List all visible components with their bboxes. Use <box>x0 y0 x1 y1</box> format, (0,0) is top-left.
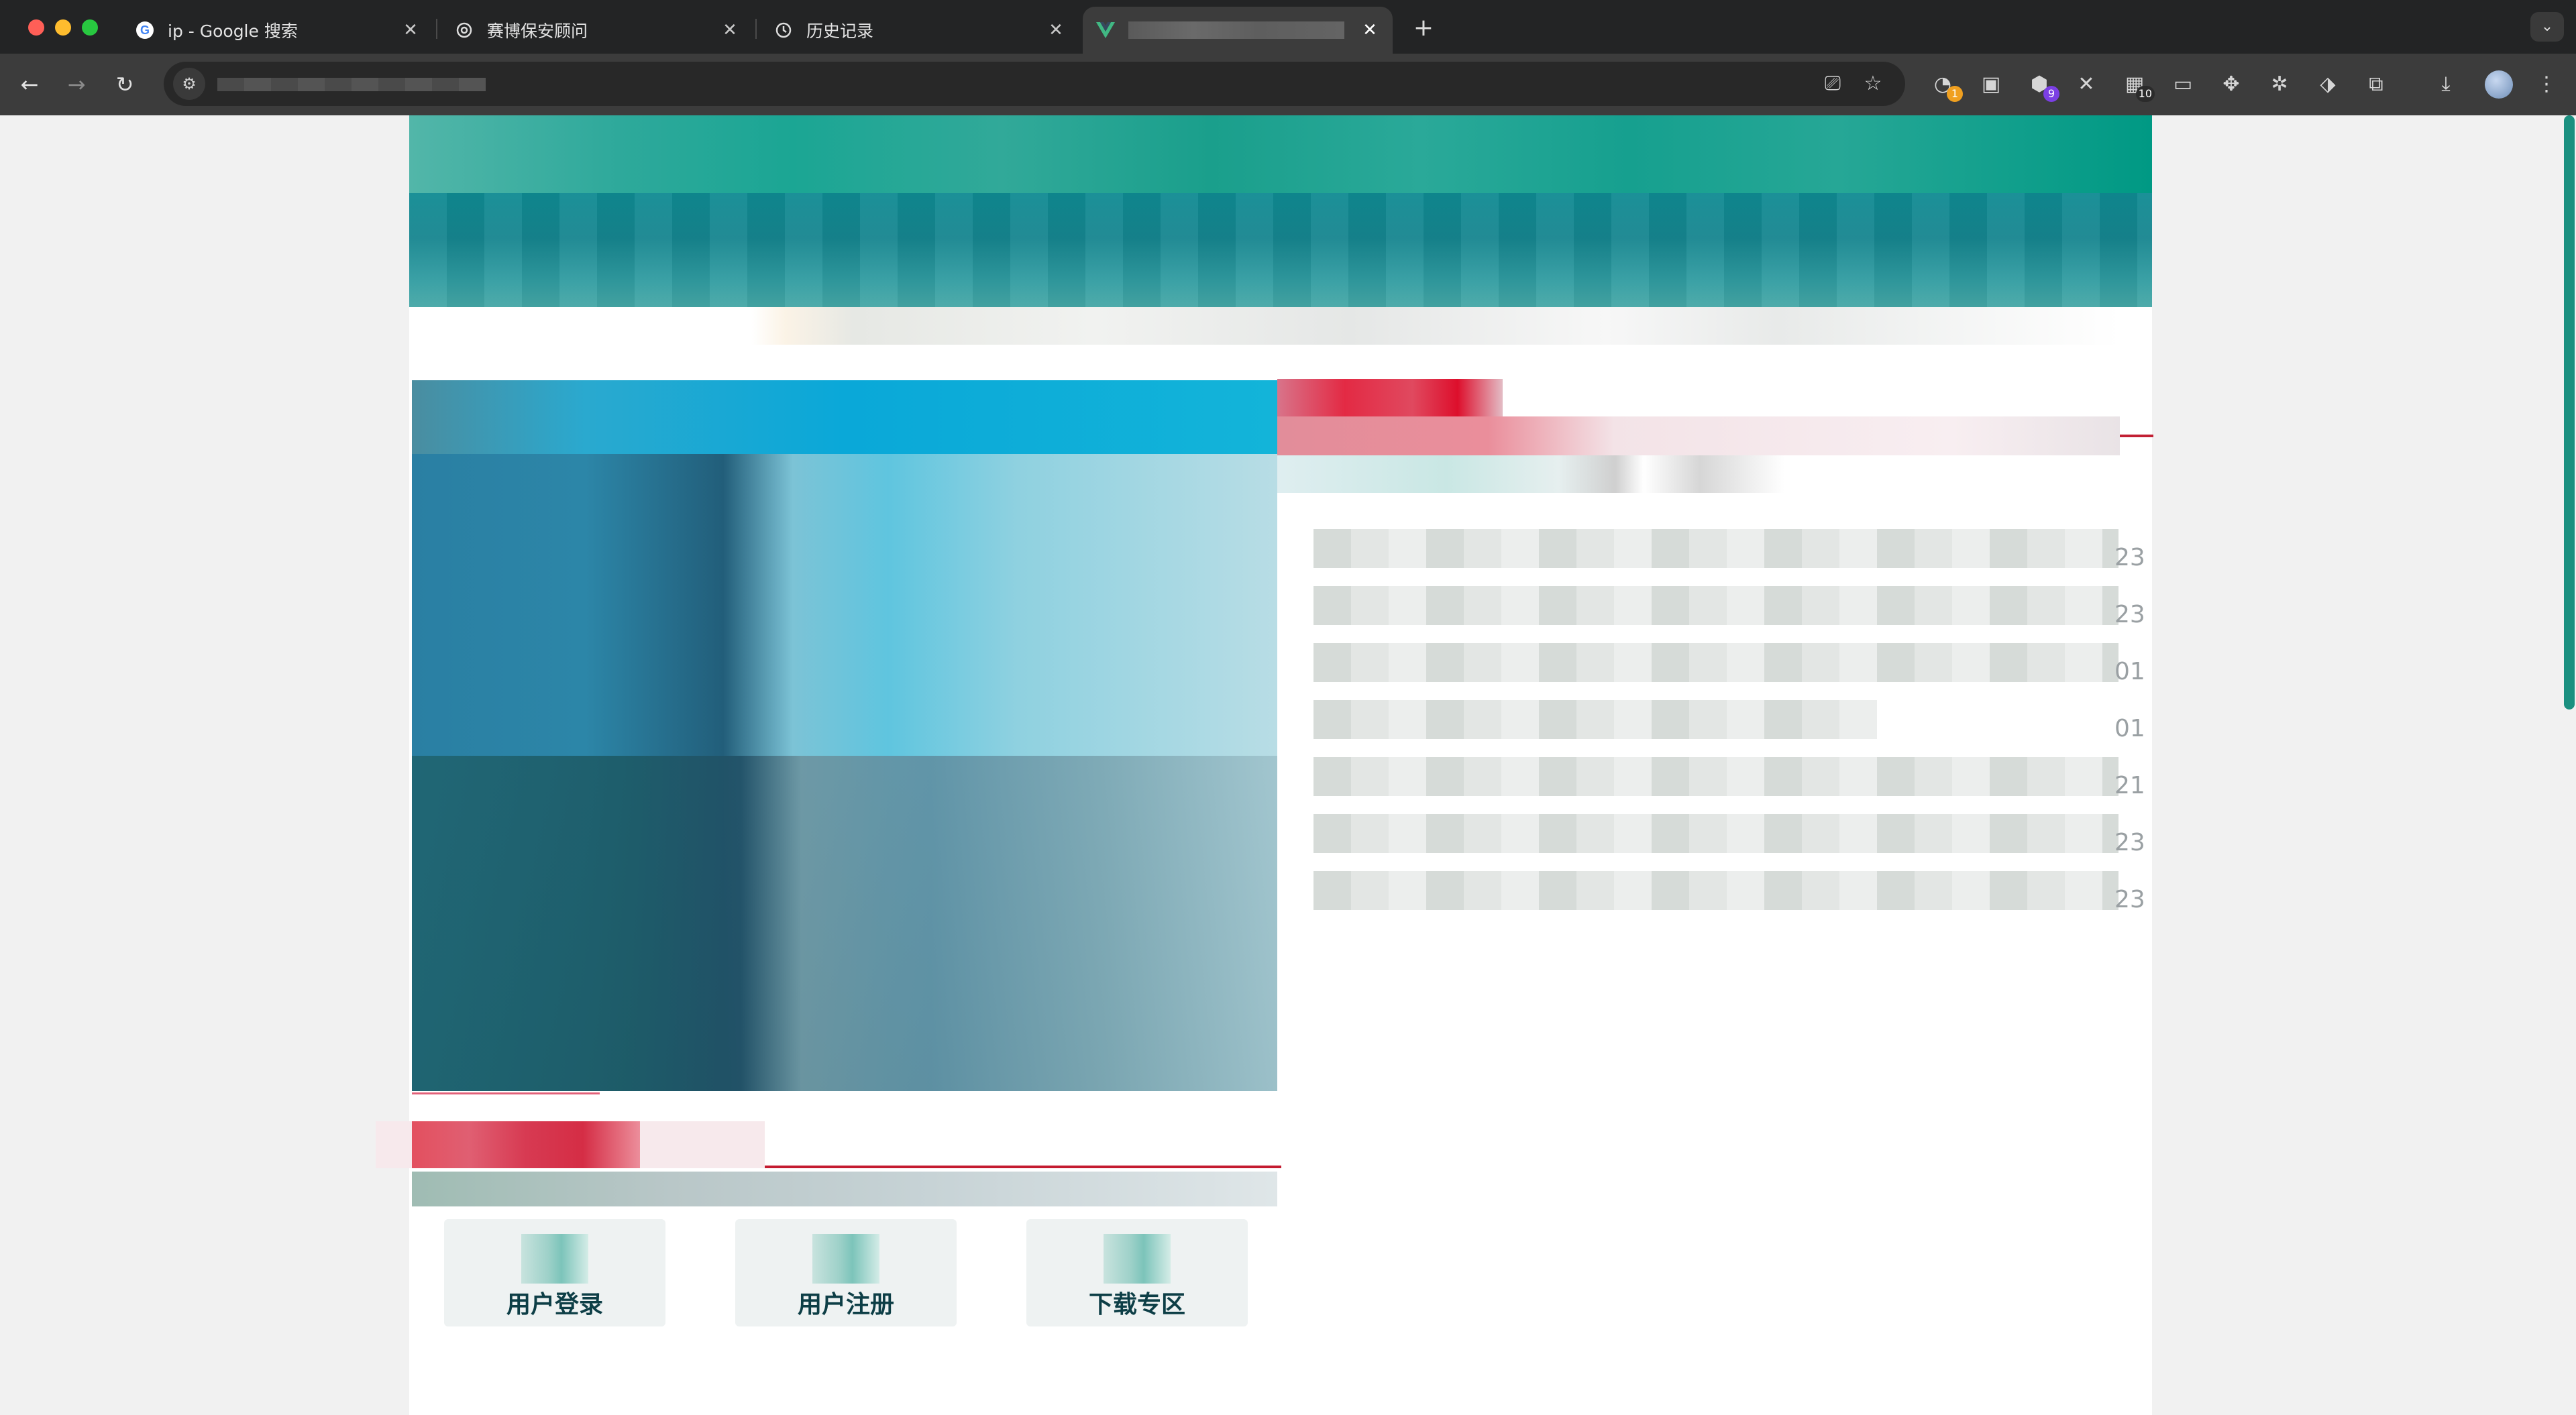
profile-avatar[interactable] <box>2485 70 2513 99</box>
bookmark-star-icon[interactable]: ☆ <box>1861 72 1885 96</box>
news-item-redacted[interactable] <box>1313 814 2118 853</box>
reload-icon[interactable]: ↻ <box>109 68 141 101</box>
tab-search-button[interactable]: ⌄ <box>2530 12 2564 42</box>
site-settings-icon[interactable]: ⚙ <box>173 68 205 100</box>
tab-active-page[interactable]: ✕ <box>1083 7 1393 54</box>
window-close-button[interactable] <box>28 19 44 36</box>
news-item-redacted[interactable] <box>1313 700 1877 739</box>
featured-image-carousel-redacted[interactable] <box>412 380 1277 1091</box>
news-date: 23 <box>2114 601 2145 628</box>
tab-history[interactable]: 历史记录 ✕ <box>750 7 1079 54</box>
extension-icon-4[interactable]: ✕ <box>2070 68 2102 101</box>
download-area-button[interactable]: 下载专区 <box>1026 1219 1248 1326</box>
tab-close-icon[interactable]: ✕ <box>1356 20 1383 40</box>
browser-menu-icon[interactable]: ⋮ <box>2530 68 2563 101</box>
window-minimize-button[interactable] <box>55 19 71 36</box>
window-maximize-button[interactable] <box>82 19 98 36</box>
url-text-redacted <box>217 78 486 91</box>
section-divider <box>412 1092 600 1094</box>
news-item-redacted[interactable] <box>1313 586 2118 625</box>
tab-title: 历史记录 <box>806 21 874 41</box>
news-subheading-redacted <box>1277 455 1841 493</box>
page-viewport: 23 23 01 01 21 23 23 用户登录 用户注册 下载专区 <box>0 115 2576 1415</box>
extension-icon-2[interactable]: ▣ <box>1975 68 2007 101</box>
news-date: 23 <box>2114 829 2145 856</box>
nav-menu-redacted[interactable] <box>409 307 2120 345</box>
header-banner-image-redacted <box>409 193 2152 307</box>
news-header-underline <box>2120 435 2153 437</box>
vue-icon <box>1095 19 1116 41</box>
download-icon[interactable]: ⤓ <box>2430 68 2462 101</box>
news-item-redacted[interactable] <box>1313 529 2118 568</box>
new-tab-button[interactable]: + <box>1409 13 1438 43</box>
tab-title: 赛博保安顾问 <box>487 21 588 41</box>
forward-icon[interactable]: → <box>60 68 93 101</box>
news-date: 23 <box>2114 886 2145 913</box>
extensions-puzzle-icon[interactable]: ⧉ <box>2360 68 2392 101</box>
news-date: 01 <box>2114 715 2145 742</box>
extension-icon-3[interactable]: ⬢ 9 <box>2023 68 2059 102</box>
tab-google-search[interactable]: G ip - Google 搜索 ✕ <box>111 7 433 54</box>
back-icon[interactable]: ← <box>13 68 46 101</box>
browser-tab-bar: G ip - Google 搜索 ✕ 赛博保安顾问 ✕ 历史记录 ✕ ✕ + ⌄ <box>0 0 2576 54</box>
login-icon <box>521 1234 588 1284</box>
extension-icon-1[interactable]: ◔ 1 <box>1927 68 1963 102</box>
openai-icon <box>453 19 475 41</box>
svg-text:G: G <box>140 23 150 37</box>
extension-icon-7[interactable]: ✥ <box>2215 68 2247 101</box>
news-item-redacted[interactable] <box>1313 643 2118 682</box>
tab-cyber-security-advisor[interactable]: 赛博保安顾问 ✕ <box>431 7 753 54</box>
tab-close-icon[interactable]: ✕ <box>397 20 424 40</box>
tab-title: ip - Google 搜索 <box>168 21 298 41</box>
register-icon <box>812 1234 879 1284</box>
install-app-icon[interactable]: ⎚ <box>1821 72 1845 96</box>
page-scrollbar-thumb[interactable] <box>2564 115 2575 710</box>
news-date: 23 <box>2114 544 2145 571</box>
news-date: 01 <box>2114 658 2145 685</box>
news-item-redacted[interactable] <box>1313 871 2118 910</box>
tab-title-redacted <box>1128 21 1344 39</box>
login-label: 用户登录 <box>506 1291 603 1318</box>
extension-icon-5[interactable]: ▦ 10 <box>2118 68 2155 102</box>
news-section-title-redacted[interactable] <box>1277 379 1503 416</box>
history-icon <box>773 19 794 41</box>
extension-icon-6[interactable]: ▭ <box>2167 68 2199 101</box>
section-title-redacted[interactable] <box>412 1121 640 1168</box>
header-banner-redacted <box>409 115 2152 193</box>
google-icon: G <box>134 19 156 41</box>
news-date: 21 <box>2114 772 2145 799</box>
download-area-label: 下载专区 <box>1088 1291 1185 1318</box>
tab-close-icon[interactable]: ✕ <box>1042 20 1069 40</box>
news-tab-strip-redacted[interactable] <box>1277 416 2120 455</box>
download-icon <box>1104 1234 1171 1284</box>
register-button[interactable]: 用户注册 <box>735 1219 957 1326</box>
tab-close-icon[interactable]: ✕ <box>716 20 743 40</box>
extension-icon-8[interactable]: ✲ <box>2263 68 2296 101</box>
login-button[interactable]: 用户登录 <box>444 1219 665 1326</box>
section-underline <box>765 1166 1281 1168</box>
address-bar[interactable]: ⚙ ⎚ ☆ <box>164 62 1905 106</box>
carousel-caption-redacted <box>412 1172 1277 1206</box>
browser-toolbar: ← → ↻ ⚙ ⎚ ☆ ◔ 1 ▣ ⬢ 9 ✕ ▦ 10 ▭ ✥ ✲ ⬗ ⧉ ⤓ ⋮ <box>0 54 2576 115</box>
extension-icon-9[interactable]: ⬗ <box>2312 68 2344 101</box>
register-label: 用户注册 <box>797 1291 894 1318</box>
news-item-redacted[interactable] <box>1313 757 2118 796</box>
